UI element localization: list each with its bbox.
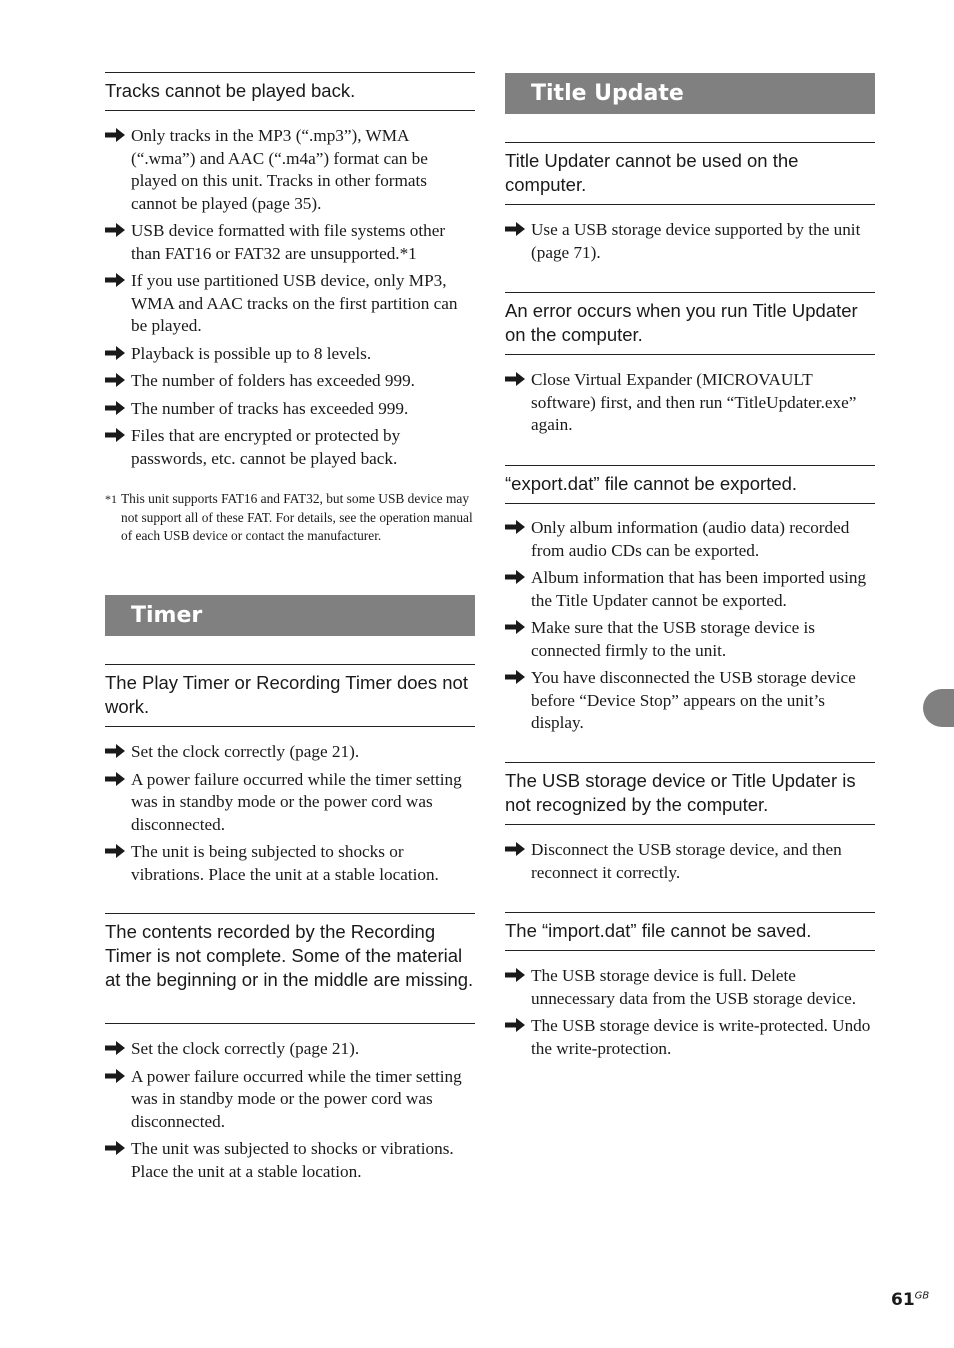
footnote-mark: *1 [105, 492, 117, 506]
arrow-icon [105, 844, 125, 858]
arrow-icon [105, 744, 125, 758]
list-item: A power failure occurred while the timer… [105, 769, 477, 837]
list-item: The USB storage device is write-protecte… [505, 1015, 877, 1060]
bullet-list: Only album information (audio data) reco… [505, 517, 877, 740]
arrow-icon [505, 968, 525, 982]
arrow-icon [505, 222, 525, 236]
arrow-icon [505, 520, 525, 534]
arrow-icon [105, 1141, 125, 1155]
arrow-icon [105, 428, 125, 442]
chapter-tab [923, 689, 954, 727]
section-heading: The “import.dat” file cannot be saved. [505, 912, 875, 951]
bullet-list: Disconnect the USB storage device, and t… [505, 839, 877, 889]
bullet-list: Close Virtual Expander (MICROVAULT softw… [505, 369, 877, 442]
list-item: Playback is possible up to 8 levels. [105, 343, 477, 366]
arrow-icon [505, 670, 525, 684]
list-item: Only tracks in the MP3 (“.mp3”), WMA (“.… [105, 125, 477, 215]
section-heading: Tracks cannot be played back. [105, 72, 475, 111]
arrow-icon [505, 570, 525, 584]
section-heading: Title Updater cannot be used on the comp… [505, 142, 875, 205]
arrow-icon [105, 1041, 125, 1055]
list-item: If you use partitioned USB device, only … [105, 270, 477, 338]
section-heading: The USB storage device or Title Updater … [505, 762, 875, 825]
list-item: Files that are encrypted or protected by… [105, 425, 477, 470]
bullet-list: Set the clock correctly (page 21). A pow… [105, 1038, 477, 1188]
list-item: The number of tracks has exceeded 999. [105, 398, 477, 421]
section-heading: An error occurs when you run Title Updat… [505, 292, 875, 355]
list-item: Only album information (audio data) reco… [505, 517, 877, 562]
arrow-icon [505, 620, 525, 634]
page-number: 61GB [891, 1290, 930, 1310]
list-item: The number of folders has exceeded 999. [105, 370, 477, 393]
list-item: Close Virtual Expander (MICROVAULT softw… [505, 369, 877, 437]
bullet-list: Set the clock correctly (page 21). A pow… [105, 741, 477, 891]
section-band-timer: Timer [105, 595, 475, 636]
list-item: You have disconnected the USB storage de… [505, 667, 877, 735]
list-item: The USB storage device is full. Delete u… [505, 965, 877, 1010]
list-item: The unit is being subjected to shocks or… [105, 841, 477, 886]
arrow-icon [105, 401, 125, 415]
arrow-icon [505, 842, 525, 856]
arrow-icon [505, 1018, 525, 1032]
list-item: Set the clock correctly (page 21). [105, 741, 477, 764]
arrow-icon [105, 223, 125, 237]
list-item: Set the clock correctly (page 21). [105, 1038, 477, 1061]
page-suffix: GB [914, 1290, 930, 1302]
arrow-icon [105, 1069, 125, 1083]
arrow-icon [105, 772, 125, 786]
arrow-icon [105, 373, 125, 387]
list-item: The unit was subjected to shocks or vibr… [105, 1138, 477, 1183]
list-item: Use a USB storage device supported by th… [505, 219, 877, 264]
section-heading: The contents recorded by the Recording T… [105, 913, 475, 1024]
arrow-icon [505, 372, 525, 386]
section-heading: The Play Timer or Recording Timer does n… [105, 664, 475, 727]
list-item: Make sure that the USB storage device is… [505, 617, 877, 662]
footnote: *1 This unit supports FAT16 and FAT32, b… [105, 491, 473, 543]
bullet-list: Only tracks in the MP3 (“.mp3”), WMA (“.… [105, 125, 477, 475]
list-item: A power failure occurred while the timer… [105, 1066, 477, 1134]
arrow-icon [105, 128, 125, 142]
section-heading: “export.dat” file cannot be exported. [505, 465, 875, 504]
bullet-list: Use a USB storage device supported by th… [505, 219, 877, 269]
list-item: Album information that has been imported… [505, 567, 877, 612]
list-item: USB device formatted with file systems o… [105, 220, 477, 265]
bullet-list: The USB storage device is full. Delete u… [505, 965, 877, 1065]
section-band-title-update: Title Update [505, 73, 875, 114]
arrow-icon [105, 273, 125, 287]
arrow-icon [105, 346, 125, 360]
list-item: Disconnect the USB storage device, and t… [505, 839, 877, 884]
